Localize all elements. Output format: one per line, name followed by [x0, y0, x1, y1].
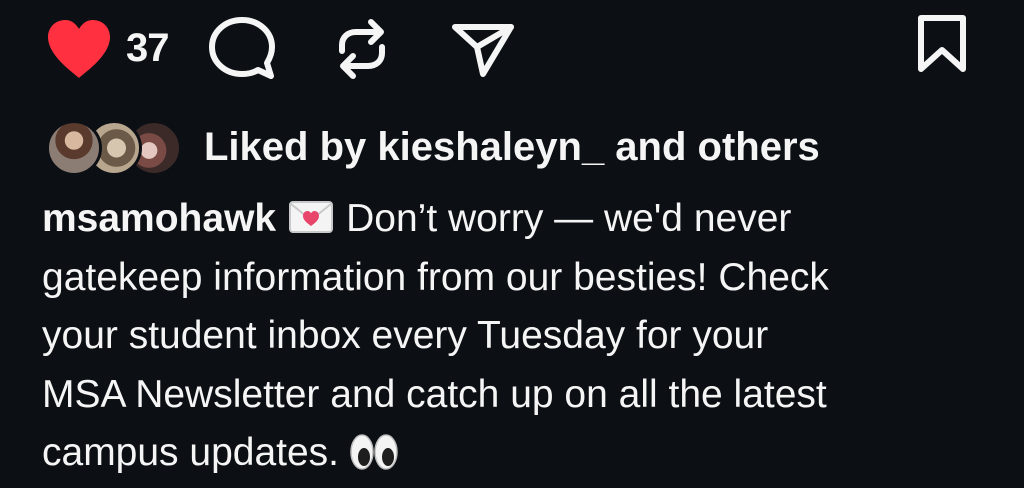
repost-arrows-icon [339, 19, 385, 79]
heart-filled-icon [48, 20, 110, 78]
love-letter-envelope-icon [289, 201, 334, 233]
caption: msamohawk Don’t worry — we'd never gatek… [42, 190, 992, 483]
like-count[interactable]: 37 [126, 24, 169, 72]
caption-line-1: Don’t worry — we'd never [346, 197, 792, 240]
liked-by-row[interactable]: Liked by kieshaleyn_ and others [46, 118, 820, 176]
like-button[interactable] [44, 16, 114, 82]
avatar[interactable] [46, 120, 102, 176]
caption-line-3: your student inbox every Tuesday for you… [42, 314, 769, 357]
speech-bubble-icon [209, 17, 275, 79]
repost-button[interactable] [330, 14, 394, 84]
bookmark-icon [918, 15, 966, 72]
caption-line-5: campus updates. [42, 431, 340, 474]
liker-avatars[interactable] [46, 118, 182, 176]
eyes-emoji-icon [350, 434, 398, 470]
liked-by-text[interactable]: Liked by kieshaleyn_ and others [204, 122, 820, 172]
action-bar: 37 [0, 0, 1024, 100]
caption-line-2: gatekeep information from our besties! C… [42, 255, 829, 299]
paper-plane-icon [452, 24, 514, 77]
save-button[interactable] [910, 12, 974, 76]
share-button[interactable] [448, 14, 518, 84]
caption-line-4: MSA Newsletter and catch up on all the l… [42, 372, 827, 416]
comment-button[interactable] [206, 14, 278, 84]
post-footer: 37 Liked by kieshaleyn_ and others msamo… [0, 0, 1024, 488]
caption-username[interactable]: msamohawk [42, 197, 276, 240]
